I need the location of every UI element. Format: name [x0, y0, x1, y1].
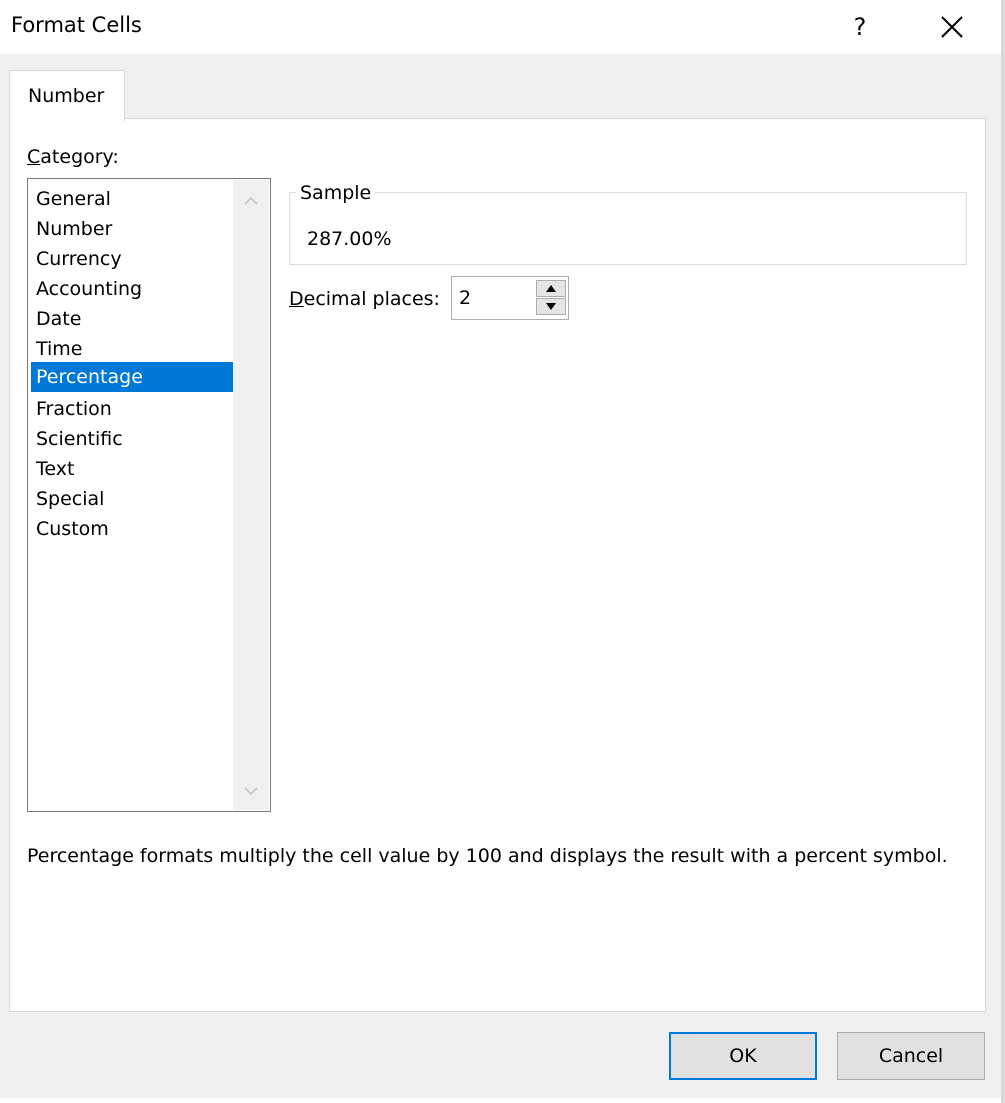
list-item-text[interactable]: Text	[31, 454, 234, 484]
list-item-time[interactable]: Time	[31, 334, 234, 364]
list-item-custom[interactable]: Custom	[31, 514, 234, 544]
list-item-percentage[interactable]: Percentage	[31, 362, 234, 392]
category-label: Category:	[27, 146, 119, 168]
chevron-up-icon[interactable]	[244, 196, 258, 206]
list-item-number[interactable]: Number	[31, 214, 234, 244]
tab-number-label: Number	[28, 85, 105, 107]
list-item-scientific[interactable]: Scientific	[31, 424, 234, 454]
list-item-accounting[interactable]: Accounting	[31, 274, 234, 304]
triangle-down-icon	[546, 303, 556, 310]
list-item-currency[interactable]: Currency	[31, 244, 234, 274]
close-icon	[941, 16, 963, 38]
background-strip	[0, 1098, 1001, 1103]
stepper-down-button[interactable]	[536, 298, 566, 315]
cancel-button[interactable]: Cancel	[837, 1032, 985, 1080]
category-listbox[interactable]: General Number Currency Accounting Date …	[27, 178, 271, 812]
category-scrollbar[interactable]	[233, 180, 269, 810]
stepper-up-button[interactable]	[536, 280, 566, 297]
close-button[interactable]	[928, 8, 976, 46]
list-item-special[interactable]: Special	[31, 484, 234, 514]
tab-number[interactable]: Number	[9, 70, 125, 121]
format-description: Percentage formats multiply the cell val…	[27, 845, 948, 867]
sample-legend: Sample	[296, 182, 376, 204]
ok-button[interactable]: OK	[669, 1032, 817, 1080]
sample-value: 287.00%	[307, 228, 392, 250]
decimal-places-label: Decimal places:	[289, 288, 440, 310]
list-item-fraction[interactable]: Fraction	[31, 394, 234, 424]
title-bar: Format Cells ?	[0, 0, 1001, 54]
dialog-title: Format Cells	[11, 13, 142, 37]
list-item-general[interactable]: General	[31, 184, 234, 214]
chevron-down-icon[interactable]	[244, 786, 258, 796]
list-item-date[interactable]: Date	[31, 304, 234, 334]
decimal-places-stepper[interactable]: 2	[451, 276, 569, 320]
decimal-places-input[interactable]: 2	[459, 287, 471, 309]
window-edge	[1001, 0, 1005, 1103]
triangle-up-icon	[546, 285, 556, 292]
help-button[interactable]: ?	[838, 8, 882, 46]
